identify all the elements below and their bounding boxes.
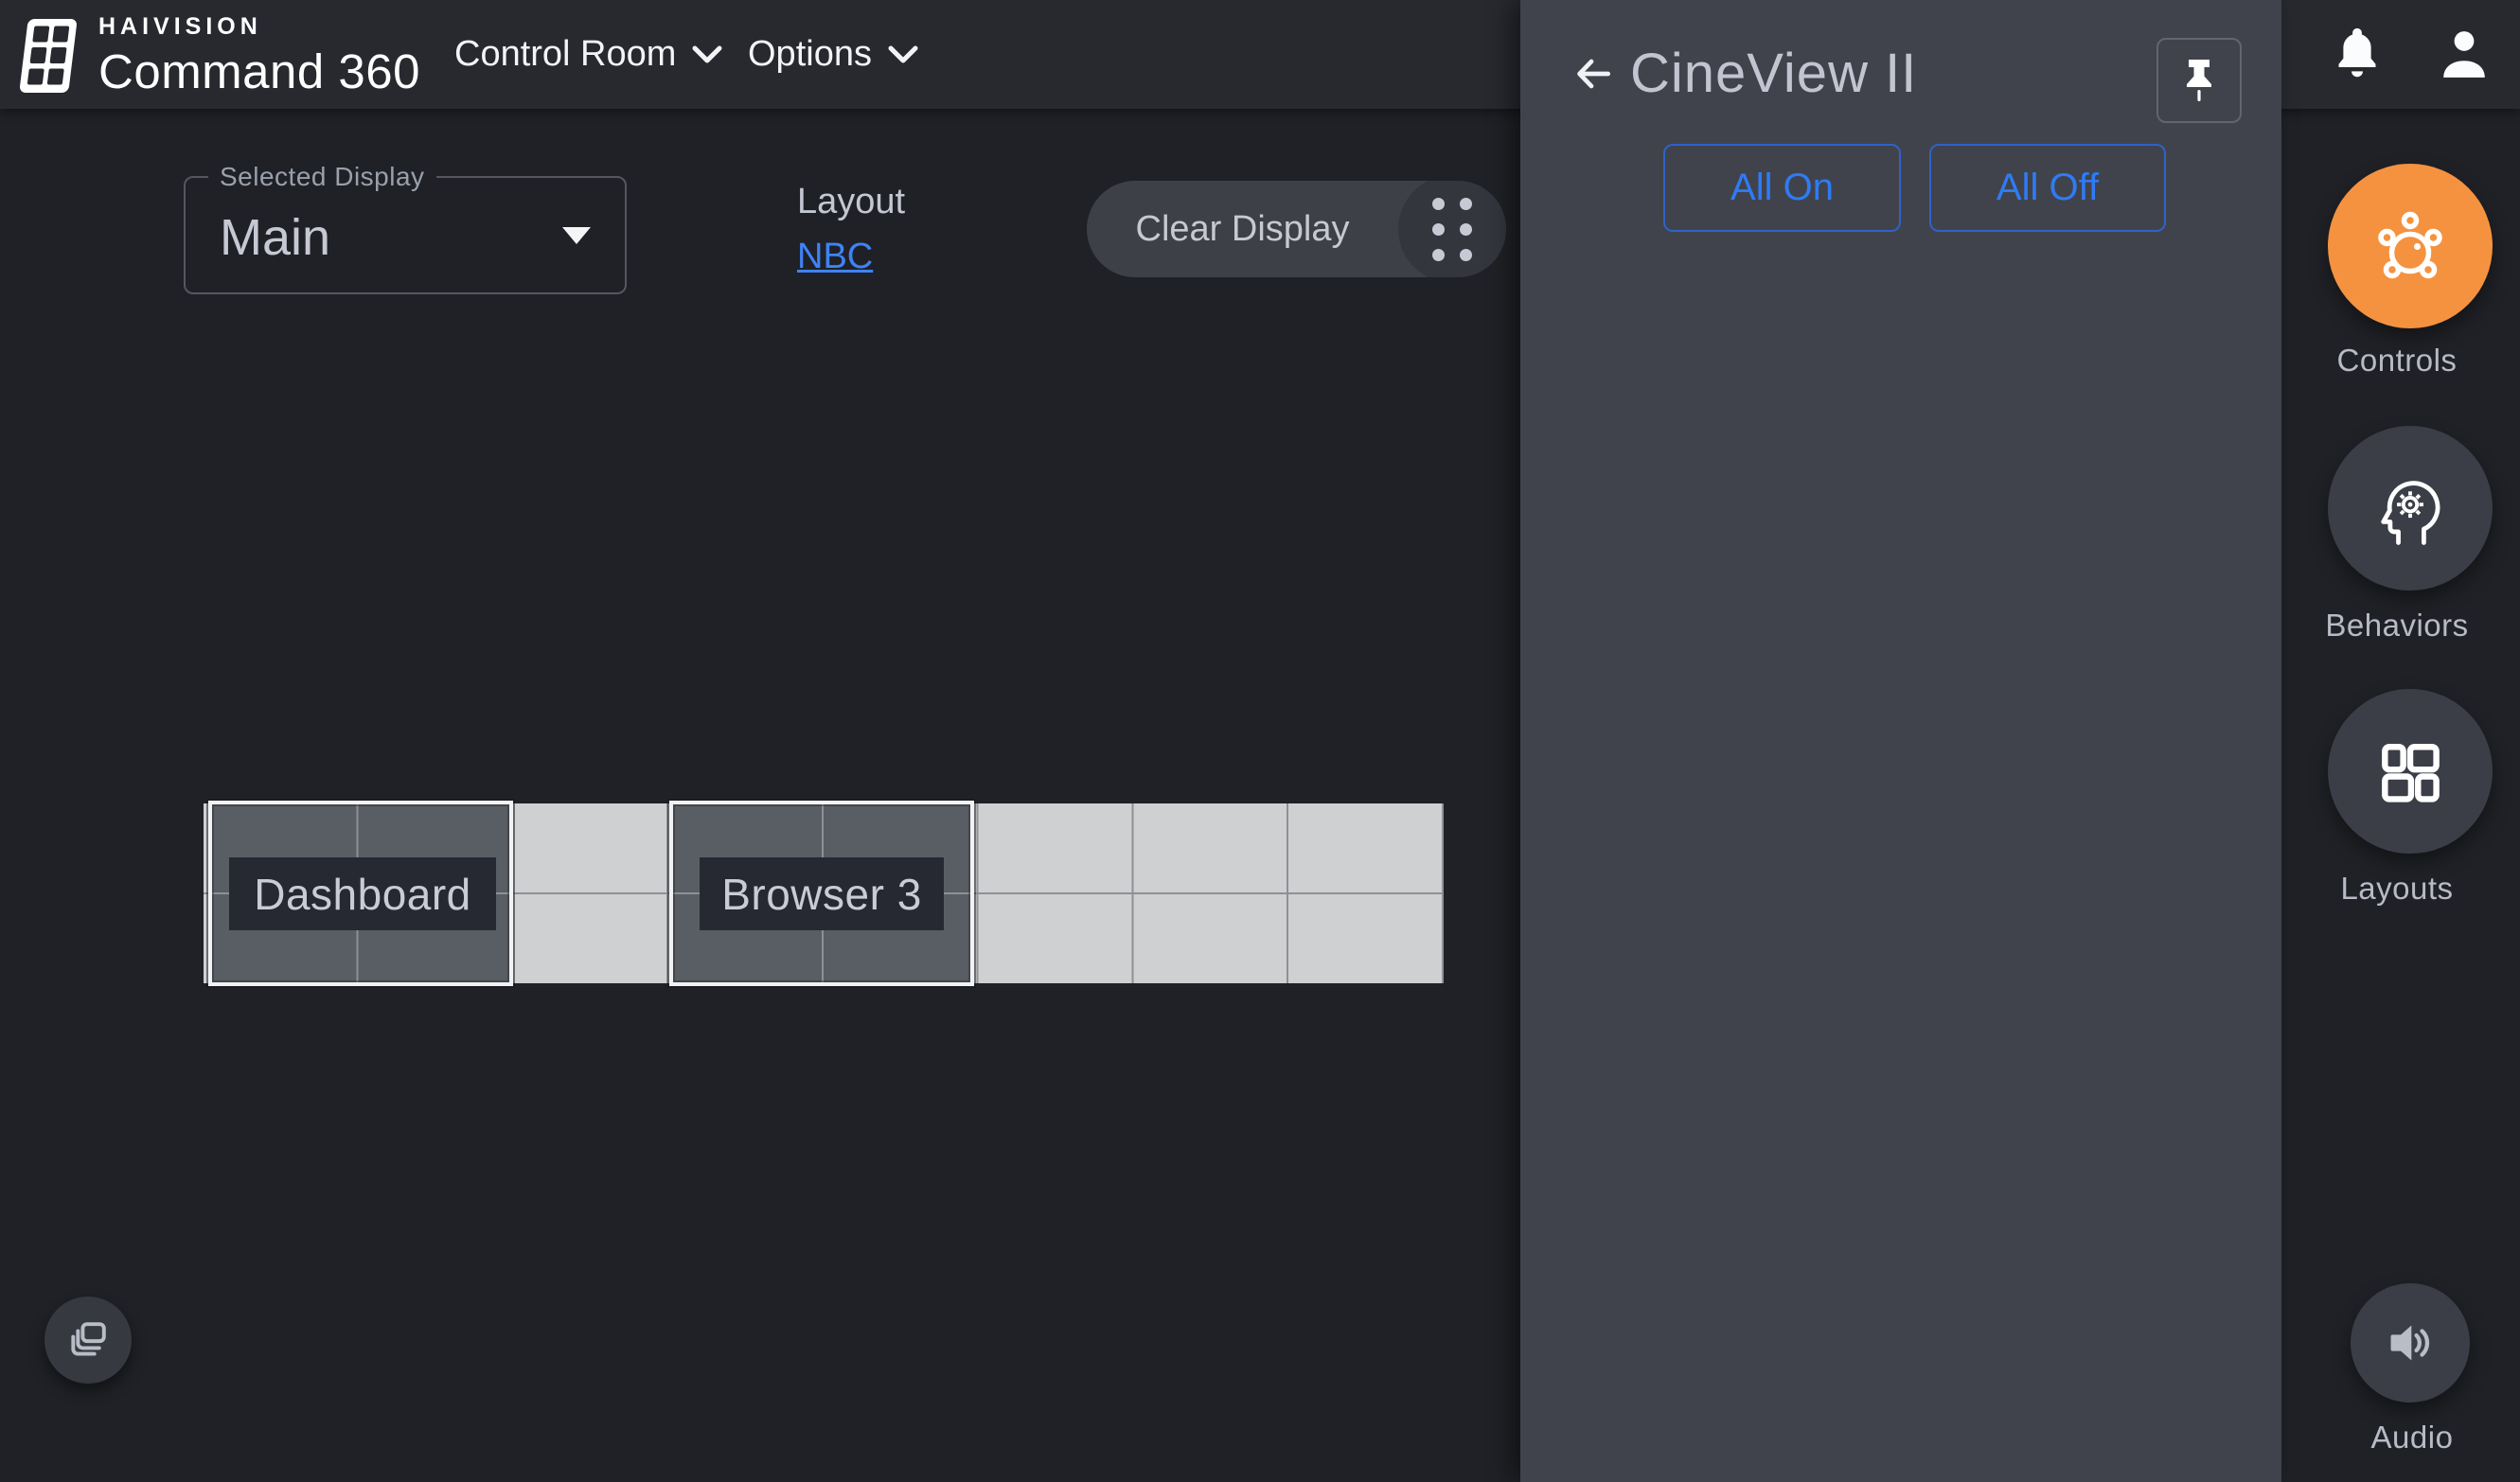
speaker-icon — [2379, 1312, 2441, 1374]
six-dots-drag-icon — [1432, 198, 1472, 261]
selected-display-value: Main — [220, 208, 330, 267]
wall-tile-browser3[interactable]: Browser 3 — [669, 801, 974, 986]
user-icon — [2439, 26, 2490, 84]
layout-blocks-icon — [2367, 728, 2454, 815]
sidebar-item-label: Controls — [2274, 343, 2520, 379]
wall-tile-dashboard[interactable]: Dashboard — [208, 801, 513, 986]
layouts-circle[interactable] — [2328, 689, 2493, 854]
selected-display-label: Selected Display — [208, 162, 436, 192]
selected-display-dropdown[interactable]: Selected Display Main — [184, 176, 627, 294]
behaviors-circle[interactable] — [2328, 426, 2493, 591]
sidebar-item-label: Layouts — [2274, 871, 2520, 907]
notifications-button[interactable] — [2333, 0, 2382, 109]
layers-icon — [62, 1314, 115, 1367]
all-on-button[interactable]: All On — [1663, 144, 1901, 232]
chevron-down-icon — [887, 44, 919, 65]
all-off-button[interactable]: All Off — [1929, 144, 2166, 232]
controls-circle[interactable] — [2328, 164, 2493, 328]
layout-nbc-link[interactable]: NBC — [797, 237, 873, 277]
menu-options-label: Options — [748, 34, 872, 75]
head-gear-icon — [2365, 463, 2456, 554]
layout-label: Layout — [797, 182, 905, 222]
controls-dial-icon — [2363, 199, 2458, 293]
clear-display-button[interactable]: Clear Display — [1087, 181, 1506, 277]
sidebar-item-label: Audio — [2289, 1420, 2520, 1456]
tile-label: Browser 3 — [700, 857, 944, 930]
tile-label: Dashboard — [229, 857, 496, 930]
clear-display-label: Clear Display — [1087, 181, 1398, 277]
audio-circle[interactable] — [2351, 1283, 2470, 1403]
dropdown-arrow-icon — [562, 227, 591, 244]
brand-haivision: HAIVISION — [98, 13, 420, 41]
bell-icon — [2333, 25, 2382, 85]
drag-handle[interactable] — [1398, 181, 1506, 277]
scenes-stack-button[interactable] — [44, 1297, 132, 1384]
haivision-logo-icon — [19, 17, 80, 97]
user-profile-button[interactable] — [2439, 0, 2490, 109]
menu-control-room[interactable]: Control Room — [454, 0, 723, 109]
brand-logo[interactable]: HAIVISION Command 360 — [19, 13, 420, 99]
menu-options[interactable]: Options — [748, 0, 919, 109]
brand-command360: Command 360 — [98, 44, 420, 99]
sidebar-item-label: Behaviors — [2274, 608, 2520, 644]
panel-actions: All On All Off — [1520, 144, 2281, 232]
back-button[interactable] — [1564, 45, 1621, 102]
controls-panel: CineView II All On All Off — [1520, 0, 2281, 1482]
pin-icon — [2176, 56, 2222, 105]
video-wall-grid: Dashboard Browser 3 — [204, 803, 1444, 983]
pin-button[interactable] — [2156, 38, 2242, 123]
chevron-down-icon — [691, 44, 723, 65]
panel-title: CineView II — [1630, 42, 1917, 105]
back-arrow-icon — [1568, 49, 1617, 98]
menu-control-room-label: Control Room — [454, 34, 676, 75]
